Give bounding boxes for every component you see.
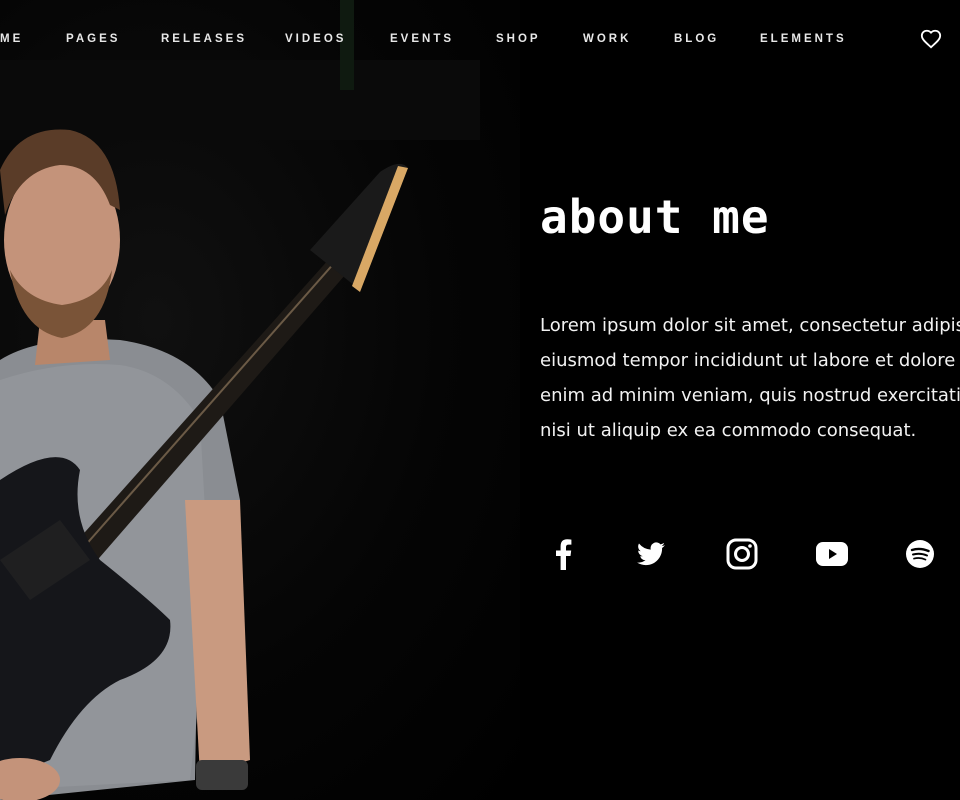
about-text-line: Lorem ipsum dolor sit amet, consectetur … <box>540 315 960 336</box>
hero-photo <box>0 0 520 800</box>
guitarist-illustration <box>0 0 480 800</box>
nav-item-work[interactable]: WORK <box>583 33 631 45</box>
youtube-icon[interactable] <box>814 536 850 572</box>
nav-item-blog[interactable]: BLOG <box>674 33 719 45</box>
about-text: Lorem ipsum dolor sit amet, consectetur … <box>540 308 960 448</box>
twitter-icon[interactable] <box>633 536 669 572</box>
nav-item-elements[interactable]: ELEMENTS <box>760 33 847 45</box>
nav-item-events[interactable]: EVENTS <box>390 33 454 45</box>
nav-item-pages[interactable]: PAGES <box>66 33 120 45</box>
nav-item-videos[interactable]: VIDEOS <box>285 33 346 45</box>
nav-item-releases[interactable]: RELEASES <box>161 33 247 45</box>
about-text-line: enim ad minim veniam, quis nostrud exerc… <box>540 385 960 406</box>
main-nav: ME PAGES RELEASES VIDEOS EVENTS SHOP WOR… <box>0 0 960 80</box>
about-text-line: nisi ut aliquip ex ea commodo consequat. <box>540 420 917 441</box>
about-text-line: eiusmod tempor incididunt ut labore et d… <box>540 350 960 371</box>
facebook-icon[interactable] <box>545 536 581 572</box>
instagram-icon[interactable] <box>724 536 760 572</box>
heart-icon[interactable] <box>920 28 942 50</box>
nav-item-shop[interactable]: SHOP <box>496 33 541 45</box>
nav-item-home[interactable]: ME <box>0 33 23 45</box>
spotify-icon[interactable] <box>902 536 938 572</box>
page-title: about me <box>540 190 770 244</box>
